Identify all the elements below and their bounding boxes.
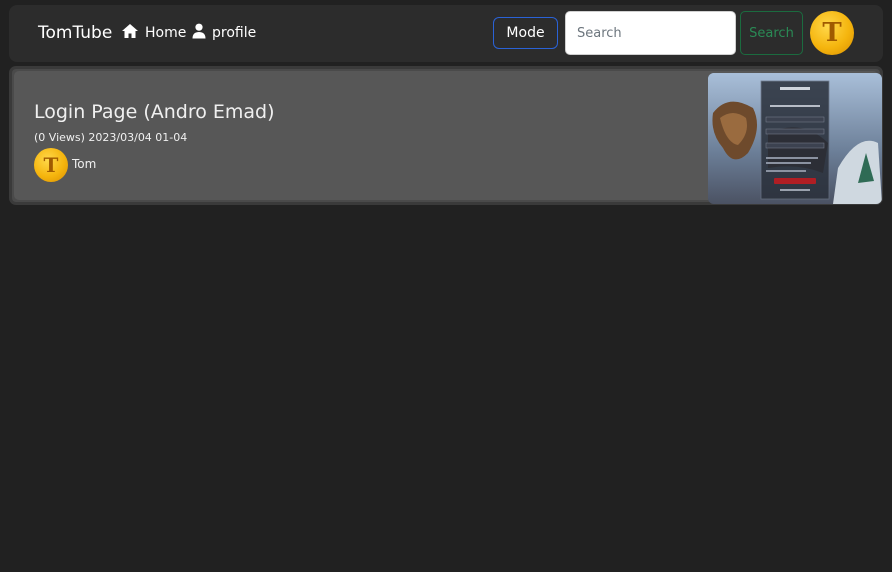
navbar: TomTube Home profile Mode Search T: [9, 5, 883, 62]
uploader-avatar[interactable]: T: [34, 148, 68, 182]
uploader-name[interactable]: Tom: [72, 157, 96, 171]
nav-home-link[interactable]: Home: [121, 23, 186, 43]
thumbnail-image: [708, 73, 882, 204]
nav-home-label: Home: [145, 25, 187, 41]
video-card[interactable]: Login Page (Andro Emad) (0 Views) 2023/0…: [9, 66, 883, 205]
video-thumbnail[interactable]: [708, 73, 882, 204]
video-meta: (0 Views) 2023/03/04 01-04: [34, 131, 188, 144]
user-icon: [192, 23, 206, 43]
home-icon: [121, 23, 139, 43]
search-input[interactable]: [565, 11, 736, 55]
user-avatar[interactable]: T: [810, 11, 854, 55]
nav-profile-label: profile: [212, 25, 257, 41]
brand-logo[interactable]: TomTube: [38, 23, 112, 43]
search-button[interactable]: Search: [740, 11, 803, 55]
video-title[interactable]: Login Page (Andro Emad): [34, 101, 275, 123]
nav-profile-link[interactable]: profile: [192, 23, 256, 43]
video-card-body: Login Page (Andro Emad) (0 Views) 2023/0…: [14, 71, 882, 204]
mode-toggle-button[interactable]: Mode: [493, 17, 558, 49]
